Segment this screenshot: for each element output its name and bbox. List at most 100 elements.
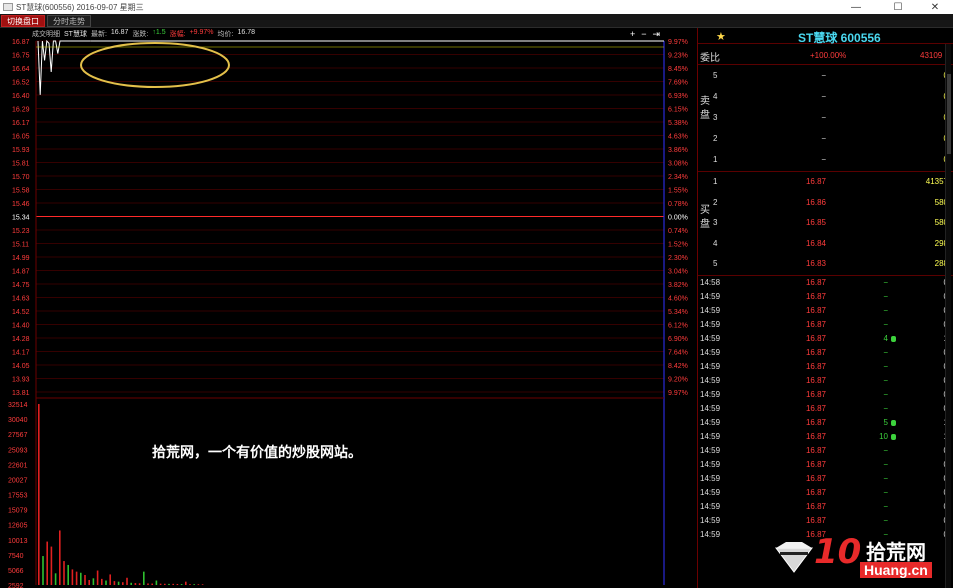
- volume-bar: [42, 556, 44, 585]
- tick-row[interactable]: 14:59 16.87 10 1: [698, 430, 953, 444]
- sell-dot-icon: [891, 420, 896, 426]
- tick-count: 0: [898, 362, 948, 371]
- avg-label: 均价:: [217, 31, 234, 38]
- pct-tick-label: 6.15%: [668, 107, 688, 114]
- tick-time: 14:59: [700, 446, 721, 455]
- zoom-in-button[interactable]: +: [630, 29, 635, 40]
- tick-row[interactable]: 14:59 16.87 − 0: [698, 374, 953, 388]
- tick-time: 14:59: [700, 460, 721, 469]
- volume-bar: [151, 583, 153, 585]
- tick-row[interactable]: 14:59 16.87 − 0: [698, 388, 953, 402]
- pct-tick-label: 0.74%: [668, 228, 688, 235]
- tick-row[interactable]: 14:59 16.87 − 0: [698, 444, 953, 458]
- intraday-chart[interactable]: 16.87 9.97% 16.75 9.23% 16.64 8.45% 16.52 7.69%…: [0, 28, 697, 588]
- tick-row[interactable]: 14:59 16.87 − 0: [698, 402, 953, 416]
- level-volume: 0: [898, 113, 948, 122]
- tick-volume: −: [883, 320, 888, 329]
- watermark-number: 10: [814, 532, 862, 572]
- sell-level-row[interactable]: 1 − 0: [698, 150, 953, 170]
- tick-time: 14:58: [700, 278, 721, 287]
- pct-tick-label: 7.64%: [668, 350, 688, 357]
- level-number: 3: [713, 218, 718, 227]
- tick-row[interactable]: 14:58 16.87 − 0: [698, 276, 953, 290]
- price-tick-label: 13.93: [12, 377, 30, 384]
- sell-level-row[interactable]: 5 − 0: [698, 66, 953, 86]
- level-price: −: [821, 92, 826, 101]
- tick-price: 16.87: [805, 474, 826, 483]
- star-icon[interactable]: ★: [716, 30, 726, 43]
- tick-row[interactable]: 14:59 16.87 − 0: [698, 500, 953, 514]
- price-tick-label: 15.93: [12, 147, 30, 154]
- volume-bar: [54, 573, 57, 585]
- price-tick-label: 14.63: [12, 296, 30, 303]
- forward-button[interactable]: ⇥: [653, 29, 661, 40]
- price-tick-label: 14.05: [12, 363, 30, 370]
- tick-row[interactable]: 14:59 16.87 − 0: [698, 472, 953, 486]
- buy-level-row[interactable]: 4 16.84 298: [698, 234, 953, 254]
- tick-row[interactable]: 14:59 16.87 − 0: [698, 304, 953, 318]
- tick-list-scrollbar[interactable]: [945, 44, 951, 588]
- level-price: 16.87: [805, 177, 826, 186]
- volume-bar: [38, 404, 40, 585]
- tick-volume: 4: [883, 334, 888, 343]
- price-tick-label: 16.52: [12, 80, 30, 87]
- tick-row[interactable]: 14:59 16.87 − 0: [698, 360, 953, 374]
- scrollbar-thumb[interactable]: [947, 74, 951, 154]
- minimize-button[interactable]: —: [838, 0, 874, 14]
- ratio-pct: +100.00%: [810, 51, 847, 60]
- tick-time: 14:59: [700, 418, 721, 427]
- price-tick-label: 14.87: [12, 269, 30, 276]
- volume-bar: [84, 574, 86, 585]
- tick-row[interactable]: 14:59 16.87 − 0: [698, 346, 953, 360]
- tick-price: 16.87: [805, 418, 826, 427]
- sell-level-row[interactable]: 3 − 0: [698, 108, 953, 128]
- volume-bar: [176, 583, 179, 585]
- volume-bar: [168, 583, 170, 585]
- tick-row[interactable]: 14:59 16.87 − 0: [698, 514, 953, 528]
- tick-volume: −: [883, 460, 888, 469]
- pct-tick-label: 9.20%: [668, 377, 688, 384]
- tick-row[interactable]: 14:59 16.87 4 1: [698, 332, 953, 346]
- buy-level-row[interactable]: 3 16.85 580: [698, 213, 953, 233]
- sell-level-row[interactable]: 2 − 0: [698, 129, 953, 149]
- level-price: 16.86: [805, 197, 826, 207]
- tab-switch-quote[interactable]: 切换盘口: [1, 15, 45, 27]
- price-tick-label: 16.05: [12, 134, 30, 141]
- tick-row[interactable]: 14:59 16.87 − 0: [698, 318, 953, 332]
- volume-bar: [101, 578, 103, 585]
- tick-row[interactable]: 14:59 16.87 − 0: [698, 290, 953, 304]
- tick-time: 14:59: [700, 334, 721, 343]
- tick-row[interactable]: 14:59 16.87 5 1: [698, 416, 953, 430]
- volume-tick-label: 30040: [8, 417, 28, 424]
- maximize-button[interactable]: ☐: [880, 0, 916, 14]
- tab-intraday[interactable]: 分时走势: [47, 15, 91, 27]
- pct-value: +9.97%: [189, 29, 214, 36]
- pct-tick-label: 4.63%: [668, 134, 688, 141]
- volume-bar: [147, 583, 149, 585]
- tick-row[interactable]: 14:59 16.87 − 0: [698, 458, 953, 472]
- tick-count: 0: [898, 488, 948, 497]
- volume-bar: [80, 572, 82, 585]
- volume-bar: [172, 583, 174, 585]
- watermark-logo: 10 拾荒网 Huang.cn: [772, 532, 944, 584]
- buy-level-row[interactable]: 2 16.86 580: [698, 193, 953, 213]
- tick-row[interactable]: 14:59 16.87 − 0: [698, 486, 953, 500]
- volume-bar: [197, 584, 200, 585]
- pct-tick-label: 2.30%: [668, 255, 688, 262]
- level-price: 16.85: [805, 218, 826, 227]
- tick-count: 0: [898, 460, 948, 469]
- price-tick-label: 16.87: [12, 39, 30, 46]
- pct-tick-label: 5.34%: [668, 309, 688, 316]
- volume-bar: [96, 570, 99, 585]
- volume-bar: [155, 580, 158, 585]
- tick-volume: −: [883, 306, 888, 315]
- buy-level-row[interactable]: 1 16.87 41357: [698, 172, 953, 192]
- sell-level-row[interactable]: 4 − 0: [698, 87, 953, 107]
- close-button[interactable]: ✕: [917, 0, 953, 14]
- tick-count: 0: [898, 390, 948, 399]
- zoom-out-button[interactable]: −: [641, 29, 646, 40]
- level-number: 4: [713, 238, 718, 248]
- buy-level-row[interactable]: 5 16.83 288: [698, 254, 953, 274]
- price-tick-label: 14.75: [12, 282, 30, 289]
- change-label: 涨跌:: [132, 31, 149, 38]
